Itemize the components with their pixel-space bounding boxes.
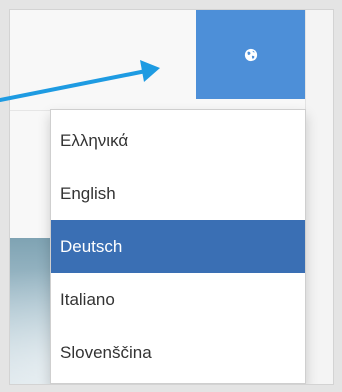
globe-icon <box>244 48 257 61</box>
screenshot-frame: Ελληνικά English Deutsch Italiano Sloven… <box>0 0 342 392</box>
language-option-german[interactable]: Deutsch <box>51 220 305 273</box>
language-switcher-button[interactable] <box>196 10 305 99</box>
header-right-edge <box>305 10 333 384</box>
language-option-english[interactable]: English <box>51 167 305 220</box>
language-dropdown-menu: Ελληνικά English Deutsch Italiano Sloven… <box>50 109 306 384</box>
language-option-slovenian[interactable]: Slovenščina <box>51 326 305 379</box>
language-option-greek[interactable]: Ελληνικά <box>51 114 305 167</box>
page-viewport: Ελληνικά English Deutsch Italiano Sloven… <box>9 9 334 385</box>
language-option-italian[interactable]: Italiano <box>51 273 305 326</box>
